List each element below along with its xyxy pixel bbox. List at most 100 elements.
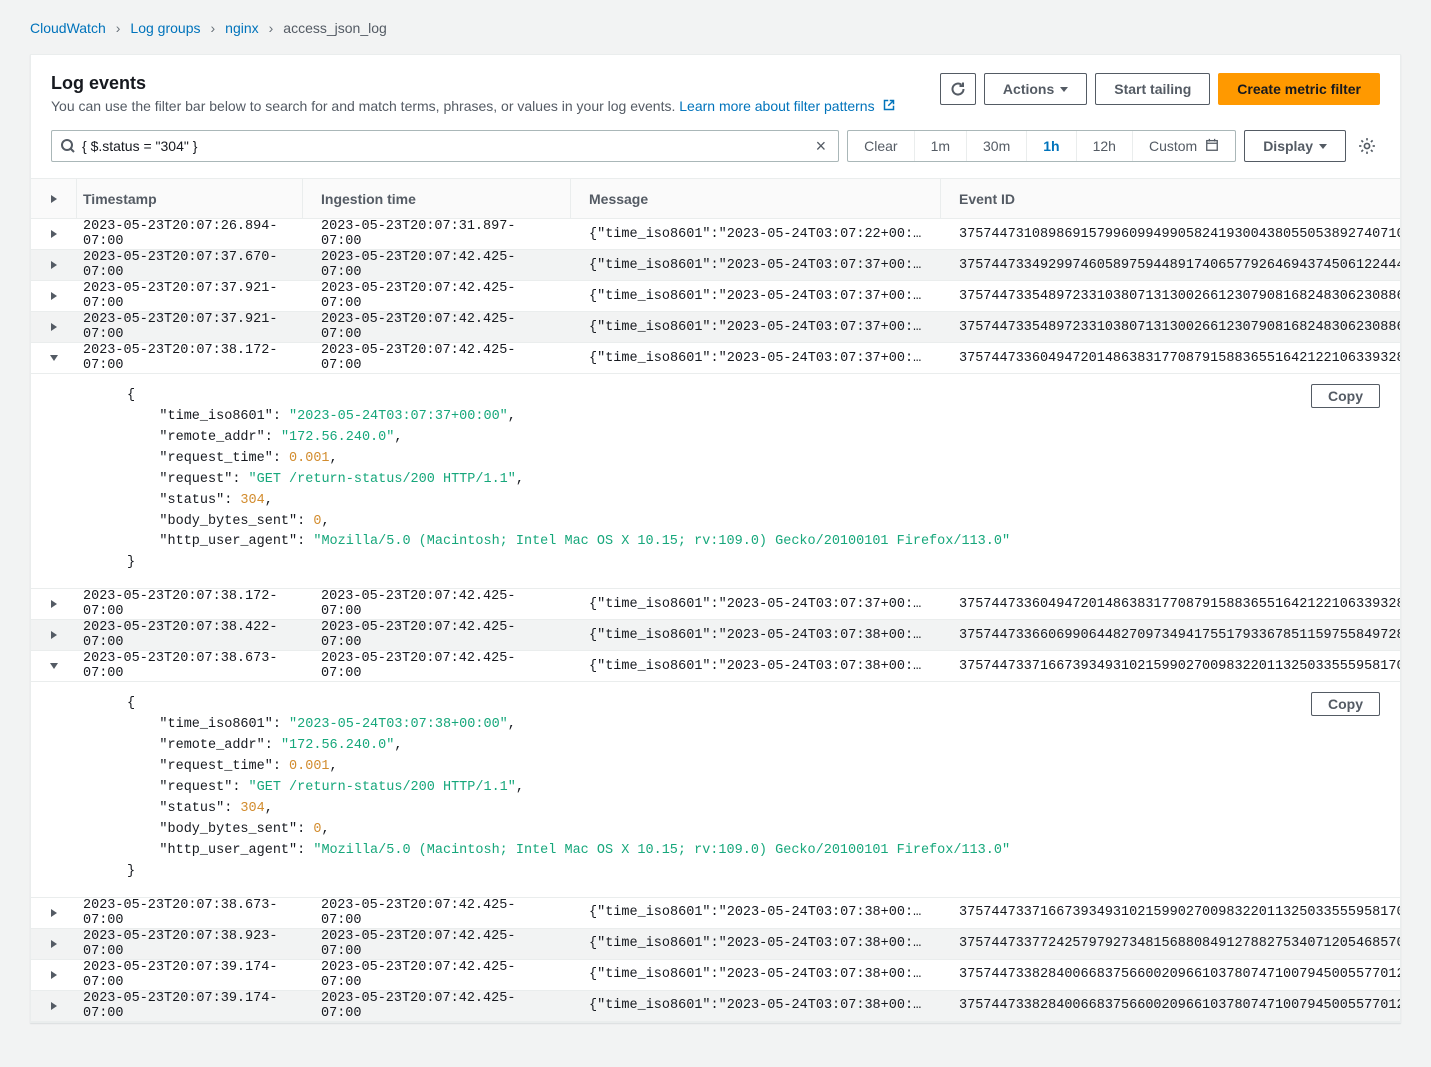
breadcrumb: CloudWatch › Log groups › nginx › access… <box>30 20 1401 36</box>
cell-timestamp: 2023-05-23T20:07:38.422-07:00 <box>77 620 303 650</box>
row-expander[interactable] <box>49 229 59 239</box>
table-row: 2023-05-23T20:07:38.673-07:002023-05-23T… <box>31 898 1400 929</box>
search-icon <box>60 138 76 154</box>
cell-message: {"time_iso8601":"2023-05-24T03:07:37+00:… <box>571 351 941 366</box>
cell-ingestion: 2023-05-23T20:07:42.425-07:00 <box>303 620 571 650</box>
calendar-icon <box>1205 138 1219 155</box>
row-expander[interactable] <box>49 661 59 671</box>
cell-eventid: 3757447337166739349310215990270098322011… <box>941 659 1400 674</box>
cell-message: {"time_iso8601":"2023-05-24T03:07:38+00:… <box>571 628 941 643</box>
col-timestamp[interactable]: Timestamp <box>77 179 303 218</box>
cell-eventid: 3757447338284006683756600209661037807471… <box>941 998 1400 1013</box>
cell-message: {"time_iso8601":"2023-05-24T03:07:37+00:… <box>571 320 941 335</box>
cell-message: {"time_iso8601":"2023-05-24T03:07:38+00:… <box>571 967 941 982</box>
copy-button[interactable]: Copy <box>1311 692 1380 716</box>
cell-message: {"time_iso8601":"2023-05-24T03:07:38+00:… <box>571 998 941 1013</box>
cell-timestamp: 2023-05-23T20:07:39.174-07:00 <box>77 991 303 1021</box>
time-custom[interactable]: Custom <box>1132 131 1235 161</box>
row-expander[interactable] <box>49 1001 59 1011</box>
copy-button[interactable]: Copy <box>1311 384 1380 408</box>
row-expander[interactable] <box>49 908 59 918</box>
table-row: 2023-05-23T20:07:39.174-07:002023-05-23T… <box>31 960 1400 991</box>
row-expander[interactable] <box>49 291 59 301</box>
display-button[interactable]: Display <box>1244 130 1346 162</box>
cell-ingestion: 2023-05-23T20:07:42.425-07:00 <box>303 250 571 280</box>
header-actions: Actions Start tailing Create metric filt… <box>940 73 1380 105</box>
cell-ingestion: 2023-05-23T20:07:42.425-07:00 <box>303 589 571 619</box>
filter-bar: × Clear 1m 30m 1h 12h Custom Display <box>31 130 1400 178</box>
external-link-icon <box>883 98 895 114</box>
cell-timestamp: 2023-05-23T20:07:26.894-07:00 <box>77 219 303 249</box>
filter-input-wrap[interactable]: × <box>51 130 839 162</box>
cell-ingestion: 2023-05-23T20:07:42.425-07:00 <box>303 960 571 990</box>
row-expander[interactable] <box>49 630 59 640</box>
cell-timestamp: 2023-05-23T20:07:38.172-07:00 <box>77 589 303 619</box>
caret-right-icon <box>49 194 59 204</box>
filter-input[interactable] <box>82 138 812 154</box>
row-expander[interactable] <box>49 970 59 980</box>
time-1h[interactable]: 1h <box>1026 131 1075 161</box>
table-header: Timestamp Ingestion time Message Event I… <box>31 179 1400 219</box>
time-12h[interactable]: 12h <box>1076 131 1132 161</box>
cell-ingestion: 2023-05-23T20:07:42.425-07:00 <box>303 651 571 681</box>
cell-eventid: 3757447337166739349310215990270098322011… <box>941 905 1400 920</box>
table-row: 2023-05-23T20:07:38.172-07:002023-05-23T… <box>31 589 1400 620</box>
learn-more-link[interactable]: Learn more about filter patterns <box>679 98 894 114</box>
cell-eventid: 3757447337724257979273481568808491278827… <box>941 936 1400 951</box>
cell-timestamp: 2023-05-23T20:07:38.673-07:00 <box>77 898 303 928</box>
cell-message: {"time_iso8601":"2023-05-24T03:07:38+00:… <box>571 936 941 951</box>
cell-eventid: 3757447310898691579960994990582419300438… <box>941 227 1400 242</box>
gear-icon <box>1358 137 1376 155</box>
row-expander[interactable] <box>49 353 59 363</box>
row-expander[interactable] <box>49 599 59 609</box>
cell-ingestion: 2023-05-23T20:07:42.425-07:00 <box>303 929 571 959</box>
log-events-table: Timestamp Ingestion time Message Event I… <box>31 178 1400 1022</box>
row-expander[interactable] <box>49 939 59 949</box>
actions-button[interactable]: Actions <box>984 73 1087 105</box>
cell-message: {"time_iso8601":"2023-05-24T03:07:37+00:… <box>571 289 941 304</box>
refresh-button[interactable] <box>940 73 976 105</box>
panel-header: Log events You can use the filter bar be… <box>31 55 1400 130</box>
table-row: 2023-05-23T20:07:26.894-07:002023-05-23T… <box>31 219 1400 250</box>
caret-down-icon <box>1319 144 1327 149</box>
cell-ingestion: 2023-05-23T20:07:42.425-07:00 <box>303 312 571 342</box>
cell-message: {"time_iso8601":"2023-05-24T03:07:22+00:… <box>571 227 941 242</box>
cell-eventid: 3757447336049472014863831770879158836551… <box>941 597 1400 612</box>
table-row: 2023-05-23T20:07:38.422-07:002023-05-23T… <box>31 620 1400 651</box>
table-row: 2023-05-23T20:07:37.670-07:002023-05-23T… <box>31 250 1400 281</box>
row-expander[interactable] <box>49 322 59 332</box>
time-30m[interactable]: 30m <box>966 131 1026 161</box>
cell-ingestion: 2023-05-23T20:07:42.425-07:00 <box>303 343 571 373</box>
cell-message: {"time_iso8601":"2023-05-24T03:07:38+00:… <box>571 905 941 920</box>
start-tailing-button[interactable]: Start tailing <box>1095 73 1210 105</box>
row-expander[interactable] <box>49 260 59 270</box>
col-ingestion[interactable]: Ingestion time <box>303 179 571 218</box>
clear-filter-icon[interactable]: × <box>812 136 831 157</box>
cell-ingestion: 2023-05-23T20:07:31.897-07:00 <box>303 219 571 249</box>
cell-eventid: 3757447338284006683756600209661037807471… <box>941 967 1400 982</box>
expanded-json: Copy{ "time_iso8601": "2023-05-24T03:07:… <box>31 682 1400 897</box>
cell-timestamp: 2023-05-23T20:07:37.670-07:00 <box>77 250 303 280</box>
table-row: 2023-05-23T20:07:37.921-07:002023-05-23T… <box>31 312 1400 343</box>
cell-message: {"time_iso8601":"2023-05-24T03:07:37+00:… <box>571 597 941 612</box>
table-row: 2023-05-23T20:07:38.673-07:002023-05-23T… <box>31 651 1400 682</box>
settings-button[interactable] <box>1354 137 1380 155</box>
time-range-group: Clear 1m 30m 1h 12h Custom <box>847 130 1236 162</box>
table-body: 2023-05-23T20:07:26.894-07:002023-05-23T… <box>31 219 1400 1022</box>
breadcrumb-cloudwatch[interactable]: CloudWatch <box>30 20 106 36</box>
cell-timestamp: 2023-05-23T20:07:37.921-07:00 <box>77 281 303 311</box>
refresh-icon <box>950 81 966 97</box>
time-clear[interactable]: Clear <box>848 131 913 161</box>
create-metric-filter-button[interactable]: Create metric filter <box>1218 73 1380 105</box>
chevron-right-icon: › <box>269 20 274 36</box>
cell-timestamp: 2023-05-23T20:07:39.174-07:00 <box>77 960 303 990</box>
breadcrumb-loggroups[interactable]: Log groups <box>130 20 200 36</box>
breadcrumb-nginx[interactable]: nginx <box>225 20 258 36</box>
cell-message: {"time_iso8601":"2023-05-24T03:07:38+00:… <box>571 659 941 674</box>
time-1m[interactable]: 1m <box>914 131 966 161</box>
expand-all-toggle[interactable] <box>31 179 77 218</box>
col-eventid[interactable]: Event ID <box>941 191 1400 207</box>
log-events-panel: Log events You can use the filter bar be… <box>30 54 1401 1023</box>
col-message[interactable]: Message <box>571 179 941 218</box>
cell-eventid: 3757447334929974605897594489174065779264… <box>941 258 1400 273</box>
